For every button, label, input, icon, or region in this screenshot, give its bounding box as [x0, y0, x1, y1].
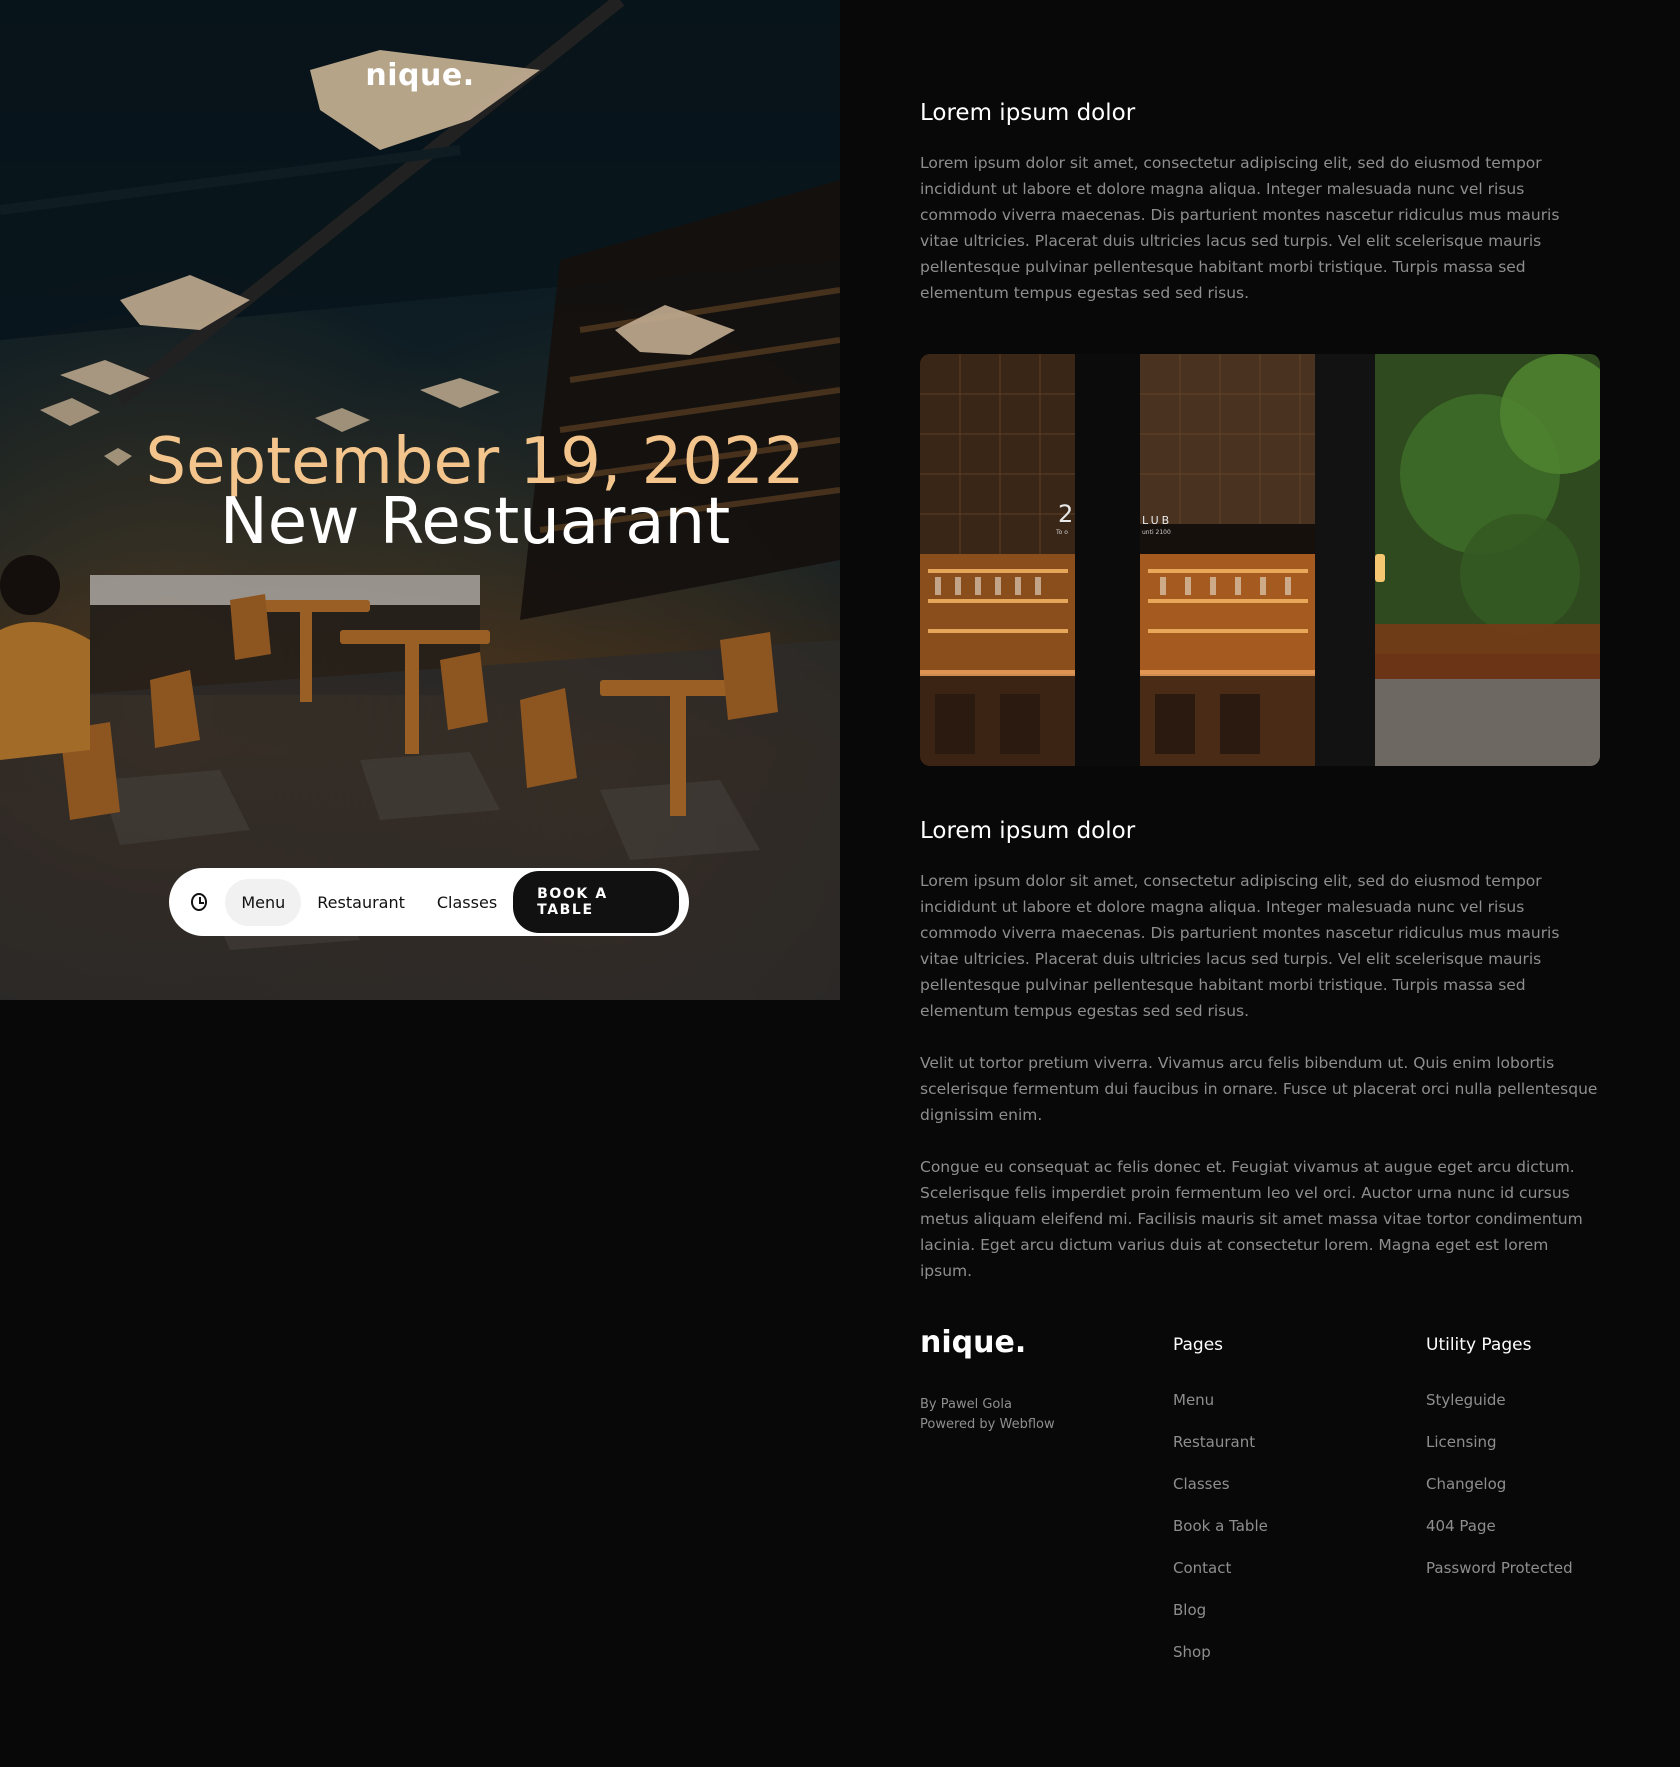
hero-section: nique. September 19, 2022 New Restuarant… [0, 0, 840, 1000]
footer-credits: By Pawel Gola Powered by Webflow [920, 1395, 1055, 1435]
footer-link-blog[interactable]: Blog [1173, 1601, 1268, 1643]
footer-utility-column: Utility Pages Styleguide Licensing Chang… [1426, 1335, 1573, 1601]
signage-club-subtext: unti 2100 [1142, 529, 1171, 536]
footer-link-shop[interactable]: Shop [1173, 1643, 1268, 1685]
section-paragraph: Lorem ipsum dolor sit amet, consectetur … [920, 154, 1560, 302]
clock-icon[interactable] [191, 893, 208, 911]
signage-club-text: LUB [1142, 514, 1172, 527]
footer-link-404-page[interactable]: 404 Page [1426, 1517, 1573, 1559]
section-heading: Lorem ipsum dolor [920, 818, 1136, 844]
signage-small-text: To o [1055, 529, 1068, 536]
footer-logo[interactable]: nique. [920, 1325, 1026, 1360]
credit-author[interactable]: By Pawel Gola [920, 1395, 1055, 1415]
footer-link-classes[interactable]: Classes [1173, 1475, 1268, 1517]
footer-link-contact[interactable]: Contact [1173, 1559, 1268, 1601]
footer-link-menu[interactable]: Menu [1173, 1391, 1268, 1433]
hero-logo[interactable]: nique. [0, 58, 840, 93]
section-paragraph: Lorem ipsum dolor sit amet, consectetur … [920, 872, 1560, 1020]
footer-link-book-a-table[interactable]: Book a Table [1173, 1517, 1268, 1559]
footer-link-styleguide[interactable]: Styleguide [1426, 1391, 1573, 1433]
book-a-table-button[interactable]: BOOK A TABLE [513, 871, 679, 933]
footer-link-restaurant[interactable]: Restaurant [1173, 1433, 1268, 1475]
hero-title: New Restuarant [219, 485, 731, 559]
section-heading: Lorem ipsum dolor [920, 100, 1136, 126]
bar-interior-image: 2 To o LUB unti 2100 [920, 354, 1600, 766]
nav-item-classes[interactable]: Classes [421, 879, 513, 926]
footer-column-heading: Utility Pages [1426, 1335, 1532, 1355]
footer-link-changelog[interactable]: Changelog [1426, 1475, 1573, 1517]
section-paragraph: Velit ut tortor pretium viverra. Vivamus… [920, 1054, 1598, 1124]
footer-link-licensing[interactable]: Licensing [1426, 1433, 1573, 1475]
footer-pages-column: Pages Menu Restaurant Classes Book a Tab… [1173, 1335, 1268, 1685]
section-paragraph: Congue eu consequat ac felis donec et. F… [920, 1158, 1583, 1280]
nav-item-menu[interactable]: Menu [225, 878, 302, 926]
signage-number: 2 [1058, 500, 1073, 528]
nav-item-restaurant[interactable]: Restaurant [301, 879, 421, 926]
hero-navigation: Menu Restaurant Classes BOOK A TABLE [169, 868, 689, 936]
footer-link-password-protected[interactable]: Password Protected [1426, 1559, 1573, 1601]
credit-platform[interactable]: Powered by Webflow [920, 1415, 1055, 1435]
footer-column-heading: Pages [1173, 1335, 1224, 1355]
